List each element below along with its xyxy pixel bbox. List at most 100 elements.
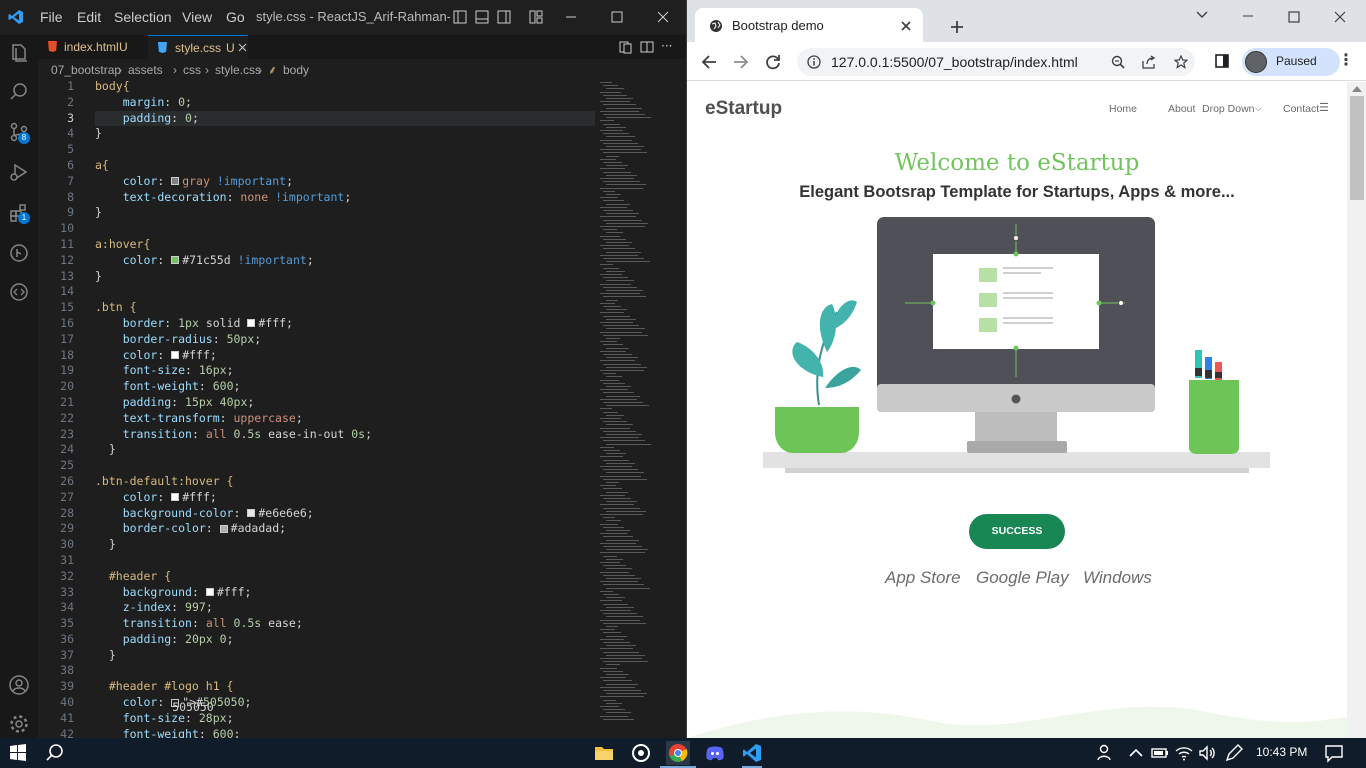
tab-search-chevron-icon[interactable] (1196, 10, 1208, 20)
windows-link[interactable]: Windows (1083, 568, 1152, 588)
maximize-icon[interactable] (610, 10, 624, 24)
minimap[interactable] (596, 79, 676, 738)
profile-button[interactable]: Paused (1242, 48, 1340, 76)
toggle-panel-icon[interactable] (475, 10, 489, 24)
tab-close-icon[interactable] (238, 43, 247, 52)
code-line[interactable]: .btn-default:hover { (95, 474, 595, 490)
code-line[interactable]: font-size: 28px; (95, 711, 595, 727)
code-line[interactable]: font-weight: 600; (95, 379, 595, 395)
explorer-icon[interactable] (7, 41, 31, 65)
scroll-up-arrow[interactable] (1352, 86, 1362, 92)
zoom-icon[interactable] (1111, 55, 1125, 69)
pen-icon[interactable] (1222, 741, 1246, 765)
people-icon[interactable] (1094, 741, 1118, 765)
breadcrumb-item[interactable]: body (283, 61, 309, 79)
tab-index-html[interactable]: index.html U (38, 35, 148, 59)
search-icon[interactable] (43, 741, 67, 765)
menu-view[interactable]: View (182, 9, 212, 25)
site-logo[interactable]: eStartup (705, 98, 782, 120)
git-graph-icon[interactable] (7, 241, 31, 265)
code-line[interactable] (95, 142, 595, 158)
account-icon[interactable] (7, 673, 31, 697)
wifi-icon[interactable] (1172, 741, 1196, 765)
code-line[interactable] (95, 458, 595, 474)
code-line[interactable]: color: 505050">#505050; (95, 695, 595, 714)
code-line[interactable] (95, 284, 595, 300)
code-line[interactable]: body{ (95, 79, 595, 95)
code-line[interactable]: border: 1px solid #fff; (95, 316, 595, 332)
search-icon[interactable] (7, 80, 31, 104)
google-play-link[interactable]: Google Play (976, 568, 1069, 588)
code-line[interactable]: padding: 20px 0; (95, 632, 595, 648)
menu-file[interactable]: File (40, 9, 63, 25)
nav-contact[interactable]: Contact (1283, 103, 1319, 115)
new-tab-icon[interactable] (950, 20, 964, 34)
browser-tab[interactable]: Bootstrap demo (695, 8, 923, 42)
code-line[interactable]: .btn { (95, 300, 595, 316)
nav-home[interactable]: Home (1109, 103, 1137, 115)
reload-icon[interactable] (765, 54, 781, 70)
run-debug-icon[interactable] (7, 160, 31, 184)
address-bar[interactable]: 127.0.0.1:5500/07_bootstrap/index.html (797, 48, 1195, 76)
toggle-secondary-sidebar-icon[interactable] (497, 10, 511, 24)
success-button[interactable]: SUCCESS (969, 514, 1065, 549)
code-line[interactable]: } (95, 442, 595, 458)
breadcrumb-item[interactable]: style.css (215, 61, 261, 79)
notification-icon[interactable] (1322, 741, 1346, 765)
code-line[interactable]: border-color: #adadad; (95, 521, 595, 537)
tab-style-css[interactable]: style.css U (148, 35, 248, 59)
tab-close-icon[interactable] (901, 21, 911, 31)
maximize-icon[interactable] (1287, 10, 1301, 24)
chrome-icon[interactable] (666, 741, 690, 765)
breadcrumb-item[interactable]: 07_bootstrap (51, 61, 121, 79)
chrome-menu-icon[interactable]: ⋮ (1338, 50, 1354, 69)
code-line[interactable]: text-transform: uppercase; (95, 411, 595, 427)
code-line[interactable]: #header #logo h1 { (95, 679, 595, 695)
app-store-link[interactable]: App Store (885, 568, 961, 588)
code-line[interactable]: padding: 0; (95, 110, 595, 127)
share-icon[interactable] (1142, 55, 1156, 69)
file-explorer-icon[interactable] (592, 741, 616, 765)
code-line[interactable]: font-weight: 600; (95, 727, 595, 738)
minimize-icon[interactable] (1241, 10, 1255, 22)
battery-icon[interactable] (1148, 741, 1172, 765)
code-line[interactable]: margin: 0; (95, 95, 595, 111)
code-line[interactable]: padding: 15px 40px; (95, 395, 595, 411)
open-changes-icon[interactable] (618, 40, 632, 54)
minimize-icon[interactable] (564, 10, 578, 24)
menu-edit[interactable]: Edit (77, 9, 101, 25)
code-line[interactable]: } (95, 537, 595, 553)
code-line[interactable]: text-decoration: none !important; (95, 190, 595, 206)
breadcrumb-item[interactable]: css (183, 61, 201, 79)
settings-gear-icon[interactable] (7, 712, 31, 736)
code-line[interactable]: transition: all 0.5s ease; (95, 616, 595, 632)
code-line[interactable]: color: #fff; (95, 348, 595, 364)
site-info-icon[interactable] (807, 55, 821, 69)
close-icon[interactable] (1333, 10, 1347, 24)
code-editor[interactable]: body{ margin: 0; padding: 0;} a{ color: g… (95, 79, 595, 738)
close-icon[interactable] (656, 10, 670, 24)
split-editor-icon[interactable] (640, 40, 654, 54)
code-line[interactable]: font-size: 16px; (95, 363, 595, 379)
code-line[interactable]: } (95, 205, 595, 221)
bookmark-star-icon[interactable] (1174, 55, 1188, 69)
code-line[interactable]: background-color: #e6e6e6; (95, 506, 595, 522)
obs-icon[interactable] (629, 741, 653, 765)
code-line[interactable]: a:hover{ (95, 237, 595, 253)
code-line[interactable] (95, 221, 595, 237)
discord-icon[interactable] (703, 741, 727, 765)
code-line[interactable]: border-radius: 50px; (95, 332, 595, 348)
code-line[interactable]: } (95, 269, 595, 285)
code-line[interactable]: z-index: 997; (95, 600, 595, 616)
menu-go[interactable]: Go (226, 9, 245, 25)
code-line[interactable] (95, 663, 595, 679)
code-line[interactable] (95, 553, 595, 569)
customize-layout-icon[interactable] (529, 10, 543, 24)
nav-dropdown[interactable]: Drop Down (1202, 103, 1255, 115)
volume-icon[interactable] (1196, 741, 1220, 765)
forward-arrow-icon[interactable] (733, 54, 749, 70)
menu-hamburger-icon[interactable]: ☰ (1319, 101, 1329, 114)
toggle-sidebar-icon[interactable] (453, 10, 467, 24)
code-line[interactable]: color: #71c55d !important; (95, 253, 595, 269)
nav-about[interactable]: About (1168, 103, 1195, 115)
